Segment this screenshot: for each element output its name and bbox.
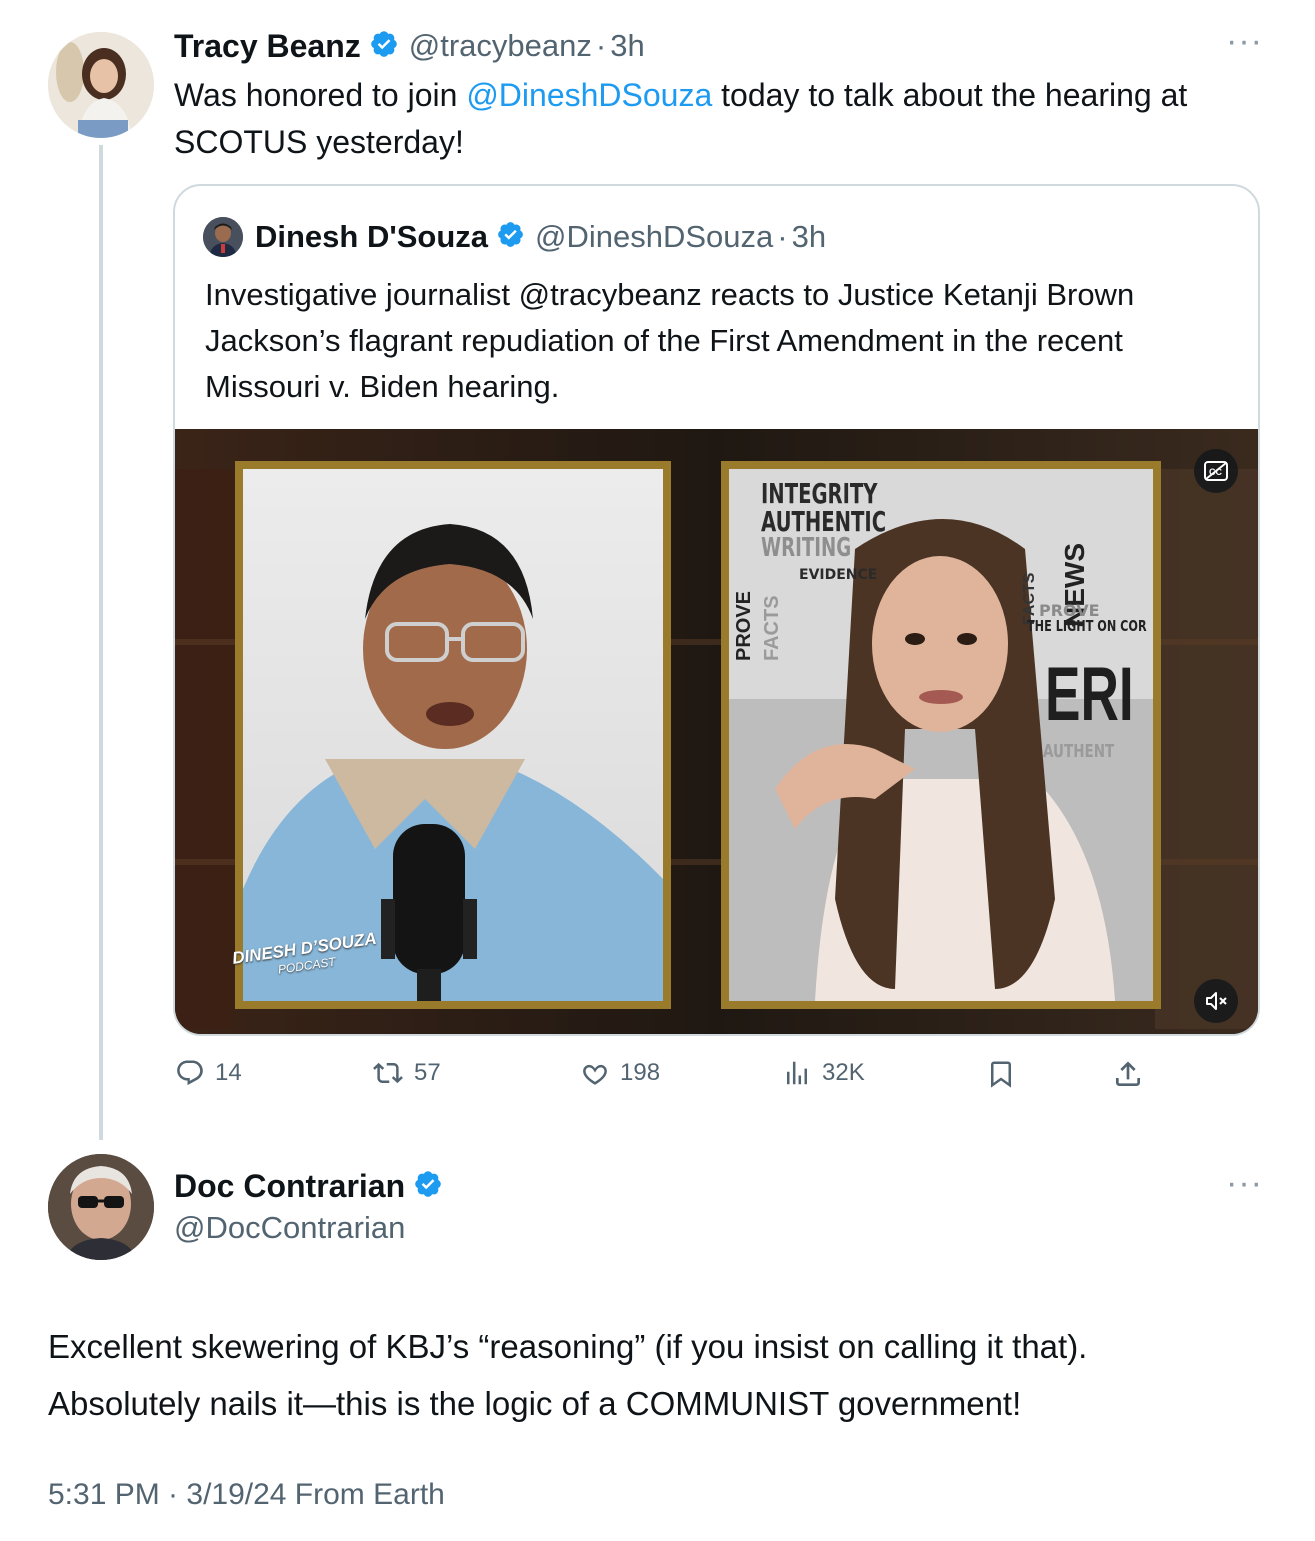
author-name[interactable]: Tracy Beanz: [174, 28, 361, 65]
like-count: 198: [620, 1059, 661, 1086]
repost-count: 57: [414, 1059, 441, 1086]
video-player[interactable]: INTEGRITY AUTHENTIC WRITING EVIDENCE PRO…: [175, 429, 1258, 1034]
quoted-text-line-1: Investigative journalist @tracybeanz rea…: [205, 277, 1135, 312]
backdrop-word: WRITING: [761, 533, 852, 563]
dot-separator: ·: [595, 28, 607, 63]
closed-captions-icon[interactable]: CC: [1194, 449, 1238, 493]
reply-tweet-text: Excellent skewering of KBJ’s “reasoning”…: [48, 1318, 1298, 1432]
quoted-tweet-card[interactable]: Dinesh D'Souza @DineshDSouza · 3h Invest…: [173, 184, 1260, 1036]
views-button[interactable]: 32K: [782, 1058, 865, 1088]
reply-tweet-header: Doc Contrarian: [174, 1164, 443, 1208]
backdrop-word: FACTS: [761, 595, 783, 661]
reply-button[interactable]: 14: [175, 1058, 242, 1088]
backdrop-word: AUTHENT: [1043, 741, 1115, 762]
original-tweet-header: Tracy Beanz @tracybeanz · 3h: [174, 24, 645, 68]
dot-separator: ·: [777, 219, 788, 254]
backdrop-word: ERI: [1045, 652, 1134, 737]
reply-icon: [177, 1060, 203, 1086]
repost-button[interactable]: 57: [372, 1058, 441, 1088]
quoted-author-name[interactable]: Dinesh D'Souza: [255, 219, 488, 255]
text-line-2: SCOTUS yesterday!: [174, 124, 464, 160]
heart-icon: [583, 1064, 607, 1085]
dinesh-avatar[interactable]: [203, 217, 243, 257]
more-options-button[interactable]: ···: [1226, 1164, 1263, 1203]
bookmark-icon: [991, 1061, 1011, 1088]
repost-icon: [373, 1062, 403, 1084]
like-button[interactable]: 198: [580, 1058, 660, 1088]
share-icon: [1116, 1061, 1140, 1086]
reply-author-name[interactable]: Doc Contrarian: [174, 1168, 405, 1205]
backdrop-word: THE LIGHT ON COR: [1027, 617, 1147, 635]
quoted-tweet-text: Investigative journalist @tracybeanz rea…: [205, 272, 1245, 410]
volume-muted-icon[interactable]: [1194, 979, 1238, 1023]
author-handle[interactable]: @tracybeanz: [409, 28, 592, 64]
tracy-beanz-avatar[interactable]: [48, 32, 154, 138]
mention-link[interactable]: @DineshDSouza: [466, 77, 712, 113]
backdrop-word: EVIDENCE: [799, 567, 878, 583]
more-options-button[interactable]: ···: [1226, 22, 1263, 61]
reply-count: 14: [215, 1059, 242, 1086]
backdrop-word: PROVE: [733, 590, 755, 661]
verified-badge-icon: [496, 220, 525, 254]
verified-badge-icon: [413, 1169, 443, 1204]
quoted-text-line-2: Jackson’s flagrant repudiation of the Fi…: [205, 323, 1123, 358]
doc-contrarian-avatar[interactable]: [48, 1154, 154, 1260]
bookmark-button[interactable]: [986, 1058, 1026, 1090]
reply-author-handle[interactable]: @DocContrarian: [174, 1210, 405, 1246]
text-line-1: Was honored to join @DineshDSouza today …: [174, 77, 1188, 113]
quoted-text-line-3: Missouri v. Biden hearing.: [205, 369, 560, 404]
reply-text-line-1: Excellent skewering of KBJ’s “reasoning”…: [48, 1328, 1088, 1365]
quoted-author-handle[interactable]: @DineshDSouza: [535, 219, 773, 255]
tweet-timestamp[interactable]: 5:31 PM · 3/19/24 From Earth: [48, 1478, 445, 1512]
views-count: 32K: [822, 1059, 865, 1086]
reply-text-line-2: Absolutely nails it—this is the logic of…: [48, 1385, 1022, 1422]
original-tweet-text: Was honored to join @DineshDSouza today …: [174, 72, 1284, 166]
verified-badge-icon: [369, 29, 399, 64]
quoted-tweet-time[interactable]: 3h: [792, 219, 826, 255]
share-button[interactable]: [1112, 1058, 1154, 1090]
quoted-tweet-header: Dinesh D'Souza @DineshDSouza · 3h: [203, 216, 826, 258]
views-chart-icon: [787, 1061, 807, 1085]
thread-connector: [99, 145, 103, 1140]
tweet-time[interactable]: 3h: [610, 28, 644, 64]
